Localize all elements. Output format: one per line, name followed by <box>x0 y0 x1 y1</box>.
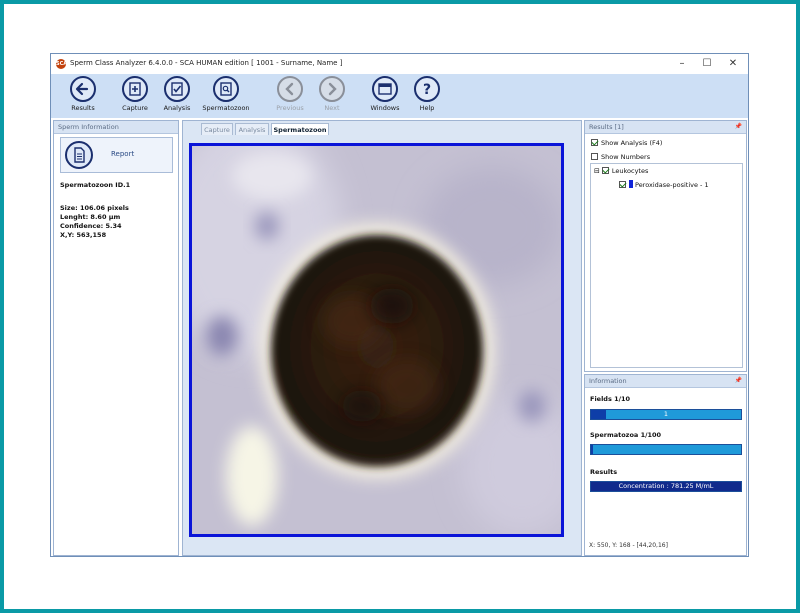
next-label: Next <box>324 104 340 112</box>
show-numbers-checkbox[interactable]: Show Numbers <box>591 153 650 161</box>
results-panel: Results [1] 📌 Show Analysis (F4) Show Nu… <box>584 120 747 372</box>
concentration-value: Concentration : 781.25 M/mL <box>618 482 714 490</box>
results-button[interactable]: Results <box>58 76 108 112</box>
results-label: Results <box>71 104 95 112</box>
size-value: Size: 106.06 pixels <box>60 204 129 212</box>
svg-text:?: ? <box>423 82 431 98</box>
magnify-document-icon <box>213 76 239 102</box>
minimize-icon[interactable]: – <box>672 57 692 71</box>
tree-item-peroxidase-positive[interactable]: Peroxidase-positive - 1 <box>619 180 709 189</box>
spermatozoon-id: Spermatozoon ID.1 <box>60 181 131 189</box>
window-title: Sperm Class Analyzer 6.4.0.0 - SCA HUMAN… <box>70 59 343 67</box>
fields-progress-value: 1 <box>663 410 669 418</box>
spermatozoon-button[interactable]: Spermatozoon <box>201 76 251 112</box>
cursor-coordinates: X: 550, Y: 168 - [44,20,16] <box>589 542 668 549</box>
help-label: Help <box>419 104 435 112</box>
report-document-icon <box>65 141 93 169</box>
length-value: Lenght: 8.60 µm <box>60 213 121 221</box>
app-logo-icon: SCA <box>56 59 68 69</box>
app-window: SCA Sperm Class Analyzer 6.4.0.0 - SCA H… <box>50 53 749 557</box>
analysis-button[interactable]: Analysis <box>152 76 202 112</box>
pin-icon[interactable]: 📌 <box>735 375 742 387</box>
windows-icon <box>372 76 398 102</box>
main-toolbar: Results Capture Analysis Spermatozoon Pr… <box>51 74 748 118</box>
tab-capture[interactable]: Capture <box>201 123 233 135</box>
checkbox-checked-icon <box>591 139 598 146</box>
xy-value: X,Y: 563,158 <box>60 231 107 239</box>
fields-progress-bar: 1 <box>590 409 742 420</box>
checkbox-unchecked-icon <box>591 153 598 160</box>
close-icon[interactable]: ✕ <box>723 57 743 71</box>
report-button[interactable]: Report <box>60 137 173 173</box>
sperm-information-panel: Sperm Information Report Spermatozoon ID… <box>53 120 179 556</box>
title-bar: SCA Sperm Class Analyzer 6.4.0.0 - SCA H… <box>51 54 748 74</box>
leukocyte-micrograph <box>192 146 561 534</box>
checkbox-checked-icon[interactable] <box>601 167 609 174</box>
help-button[interactable]: ? Help <box>402 76 452 112</box>
spermatozoa-progress-fill <box>591 445 593 454</box>
spermatozoa-progress-bar <box>590 444 742 455</box>
results-label: Results <box>590 468 618 476</box>
fields-label: Fields 1/10 <box>590 395 631 403</box>
help-icon: ? <box>414 76 440 102</box>
class-color-swatch <box>629 180 633 188</box>
tree-item-leukocytes[interactable]: ⊟ Leukocytes <box>594 167 648 175</box>
report-label: Report <box>111 150 135 158</box>
information-header: Information 📌 <box>585 375 746 388</box>
checkbox-checked-icon[interactable] <box>619 181 626 188</box>
spermatozoon-stats: Size: 106.06 pixels Lenght: 8.60 µm Conf… <box>60 204 129 240</box>
microscope-image[interactable] <box>189 143 564 537</box>
collapse-icon[interactable]: ⊟ <box>594 167 600 175</box>
chevron-left-icon <box>277 76 303 102</box>
concentration-bar: Concentration : 781.25 M/mL <box>590 481 742 492</box>
capture-add-icon <box>122 76 148 102</box>
spermatozoon-label: Spermatozoon <box>202 104 250 112</box>
information-panel: Information 📌 Fields 1/10 1 Spermatozoa … <box>584 374 747 556</box>
sperm-information-header: Sperm Information <box>54 121 178 134</box>
show-analysis-checkbox[interactable]: Show Analysis (F4) <box>591 139 662 147</box>
maximize-icon[interactable]: ☐ <box>697 57 717 71</box>
chevron-right-icon <box>319 76 345 102</box>
tab-spermatozoon[interactable]: Spermatozoon <box>271 123 329 135</box>
results-header: Results [1] 📌 <box>585 121 746 134</box>
results-tree: ⊟ Leukocytes Peroxidase-positive - 1 <box>590 163 743 368</box>
analysis-check-icon <box>164 76 190 102</box>
image-view-area: Capture Analysis Spermatozoon <box>182 120 582 556</box>
arrow-left-icon <box>70 76 96 102</box>
pin-icon[interactable]: 📌 <box>735 121 742 133</box>
tab-analysis[interactable]: Analysis <box>235 123 269 135</box>
spermatozoa-label: Spermatozoa 1/100 <box>590 431 662 439</box>
confidence-value: Confidence: 5.34 <box>60 222 122 230</box>
analysis-label: Analysis <box>163 104 191 112</box>
next-button[interactable]: Next <box>307 76 357 112</box>
